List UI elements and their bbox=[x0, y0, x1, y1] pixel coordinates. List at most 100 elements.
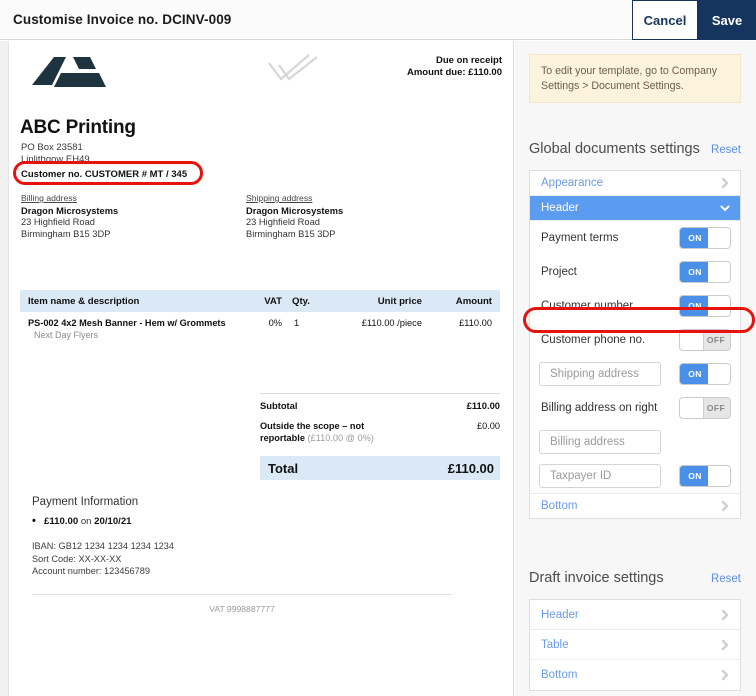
footer-divider bbox=[32, 593, 452, 595]
shipping-address-block: Shipping address Dragon Microsystems 23 … bbox=[246, 193, 446, 240]
company-address-line1: PO Box 23581 bbox=[21, 142, 83, 153]
total-row: Total £110.00 bbox=[260, 456, 500, 480]
invoice-preview-pane: Due on receipt Amount due: £110.00 ABC P… bbox=[0, 41, 514, 696]
setting-label-billing-on-right: Billing address on right bbox=[541, 402, 658, 414]
settings-item-appearance[interactable]: Appearance bbox=[530, 171, 740, 196]
subtotal-row: Subtotal £110.00 bbox=[260, 400, 500, 411]
save-button[interactable]: Save bbox=[698, 0, 756, 40]
draft-item-header-label: Header bbox=[541, 608, 579, 621]
toggle-knob bbox=[680, 330, 704, 350]
bank-sort-code: Sort Code: XX-XX-XX bbox=[32, 553, 122, 564]
toggle-project[interactable]: ON bbox=[679, 261, 731, 283]
cell-item-name: PS-002 4x2 Mesh Banner - Hem w/ Grommets bbox=[28, 318, 226, 328]
draft-item-table[interactable]: Table bbox=[530, 630, 740, 660]
col-header-item: Item name & description bbox=[28, 295, 140, 307]
table-header-row: Item name & description VAT Qty. Unit pr… bbox=[20, 290, 500, 312]
setting-label-customer-phone: Customer phone no. bbox=[541, 334, 646, 346]
toggle-shipping-address-state: ON bbox=[680, 364, 710, 384]
cell-item: PS-002 4x2 Mesh Banner - Hem w/ Grommets… bbox=[20, 318, 248, 340]
col-header-qty: Qty. bbox=[292, 295, 310, 307]
top-bar-actions: Cancel Save bbox=[632, 0, 756, 40]
toggle-knob bbox=[708, 296, 730, 316]
toggle-knob bbox=[680, 398, 704, 418]
draft-settings-card: Header Table Bottom bbox=[529, 599, 741, 691]
toggle-taxpayer-id[interactable]: ON bbox=[679, 465, 731, 487]
shipping-address-name: Dragon Microsystems bbox=[246, 205, 344, 216]
draft-settings-reset-button[interactable]: Reset bbox=[711, 573, 741, 585]
draft-settings-title-row: Draft invoice settings Reset bbox=[529, 570, 741, 586]
settings-item-bottom[interactable]: Bottom bbox=[530, 493, 740, 518]
billing-address-block: Billing address Dragon Microsystems 23 H… bbox=[21, 193, 221, 240]
global-settings-card: Appearance Header Payment terms ON Proje… bbox=[529, 170, 741, 519]
chevron-right-icon bbox=[721, 669, 729, 681]
toggle-customer-phone-state: OFF bbox=[702, 330, 730, 350]
tax-scope-label: Outside the scope – not reportable (£110… bbox=[260, 421, 410, 444]
col-header-unit-price: Unit price bbox=[377, 295, 422, 307]
shipping-address-field[interactable]: Shipping address bbox=[539, 362, 661, 386]
setting-row-taxpayer-id[interactable]: Taxpayer ID ON bbox=[530, 459, 740, 493]
amount-due-label: Amount due: £110.00 bbox=[406, 67, 502, 78]
total-label: Total bbox=[268, 460, 299, 476]
tax-scope-detail: (£110.00 @ 0%) bbox=[307, 432, 374, 443]
chevron-right-icon bbox=[721, 639, 729, 650]
setting-row-customer-phone[interactable]: Customer phone no. OFF bbox=[530, 323, 740, 357]
global-settings-title-row: Global documents settings Reset bbox=[529, 141, 741, 157]
chevron-down-icon bbox=[720, 205, 730, 211]
top-bar: Customise Invoice no. DCINV-009 Cancel S… bbox=[0, 0, 756, 40]
cell-item-description: Next Day Flyers bbox=[34, 330, 99, 340]
tax-scope-value: £0.00 bbox=[477, 421, 500, 431]
billing-address-field[interactable]: Billing address bbox=[539, 430, 661, 454]
toggle-knob bbox=[708, 228, 730, 248]
col-header-amount: Amount bbox=[455, 295, 492, 307]
billing-address-line1: 23 Highfield Road bbox=[21, 217, 95, 228]
payment-amount: £110.00 bbox=[44, 516, 79, 527]
toggle-shipping-address[interactable]: ON bbox=[679, 363, 731, 385]
amount-due-block: Due on receipt Amount due: £110.00 bbox=[407, 55, 502, 79]
bank-iban: IBAN: GB12 1234 1234 1234 1234 bbox=[32, 541, 175, 551]
payment-information-block: Payment Information £110.00 on 20/10/21 … bbox=[32, 496, 452, 614]
setting-row-payment-terms[interactable]: Payment terms ON bbox=[530, 221, 740, 255]
toggle-customer-number[interactable]: ON bbox=[679, 295, 731, 317]
cancel-button[interactable]: Cancel bbox=[632, 0, 698, 40]
totals-divider bbox=[260, 393, 500, 394]
toggle-knob bbox=[708, 466, 730, 486]
col-header-vat: VAT bbox=[264, 295, 282, 307]
cell-qty: 1 bbox=[294, 318, 300, 328]
customer-number-text: Customer no. CUSTOMER # MT / 345 bbox=[21, 169, 188, 180]
settings-item-bottom-label: Bottom bbox=[541, 500, 578, 512]
settings-panel: To edit your template, go to Company Set… bbox=[515, 41, 756, 696]
setting-row-billing-address[interactable]: Billing address bbox=[530, 425, 740, 459]
payment-date: 20/10/21 bbox=[94, 516, 132, 527]
global-settings-title: Global documents settings bbox=[529, 141, 700, 157]
settings-item-appearance-label: Appearance bbox=[541, 177, 604, 189]
footer-vat-number: VAT 9998887777 bbox=[209, 603, 275, 614]
bank-details: IBAN: GB12 1234 1234 1234 1234 Sort Code… bbox=[32, 540, 452, 578]
toggle-payment-terms[interactable]: ON bbox=[679, 227, 731, 249]
chevron-right-icon bbox=[721, 500, 729, 512]
setting-row-shipping-address[interactable]: Shipping address ON bbox=[530, 357, 740, 391]
setting-row-customer-number[interactable]: Customer number ON bbox=[530, 289, 740, 323]
preview-left-margin bbox=[0, 41, 9, 696]
template-info-note: To edit your template, go to Company Set… bbox=[529, 54, 741, 103]
draft-item-header[interactable]: Header bbox=[530, 600, 740, 630]
table-row: PS-002 4x2 Mesh Banner - Hem w/ Grommets… bbox=[20, 312, 500, 340]
payment-info-title: Payment Information bbox=[32, 496, 139, 508]
toggle-project-state: ON bbox=[680, 262, 710, 282]
setting-label-payment-terms: Payment terms bbox=[541, 232, 619, 244]
subtotal-label: Subtotal bbox=[260, 400, 298, 411]
toggle-customer-phone[interactable]: OFF bbox=[679, 329, 731, 351]
taxpayer-id-field[interactable]: Taxpayer ID bbox=[539, 464, 661, 488]
paid-check-watermark-icon bbox=[268, 54, 318, 81]
global-settings-reset-button[interactable]: Reset bbox=[711, 144, 741, 156]
toggle-billing-on-right[interactable]: OFF bbox=[679, 397, 731, 419]
setting-row-project[interactable]: Project ON bbox=[530, 255, 740, 289]
draft-item-bottom-label: Bottom bbox=[541, 669, 578, 681]
settings-item-header[interactable]: Header bbox=[530, 196, 740, 221]
payment-on-word: on bbox=[78, 516, 95, 527]
company-name: ABC Printing bbox=[20, 117, 136, 138]
draft-settings-title: Draft invoice settings bbox=[529, 570, 664, 586]
invoice-document: Due on receipt Amount due: £110.00 ABC P… bbox=[10, 41, 512, 696]
setting-row-billing-on-right[interactable]: Billing address on right OFF bbox=[530, 391, 740, 425]
company-address-line2: Linlithgow EH49 bbox=[21, 153, 90, 165]
draft-item-bottom[interactable]: Bottom bbox=[530, 660, 740, 690]
